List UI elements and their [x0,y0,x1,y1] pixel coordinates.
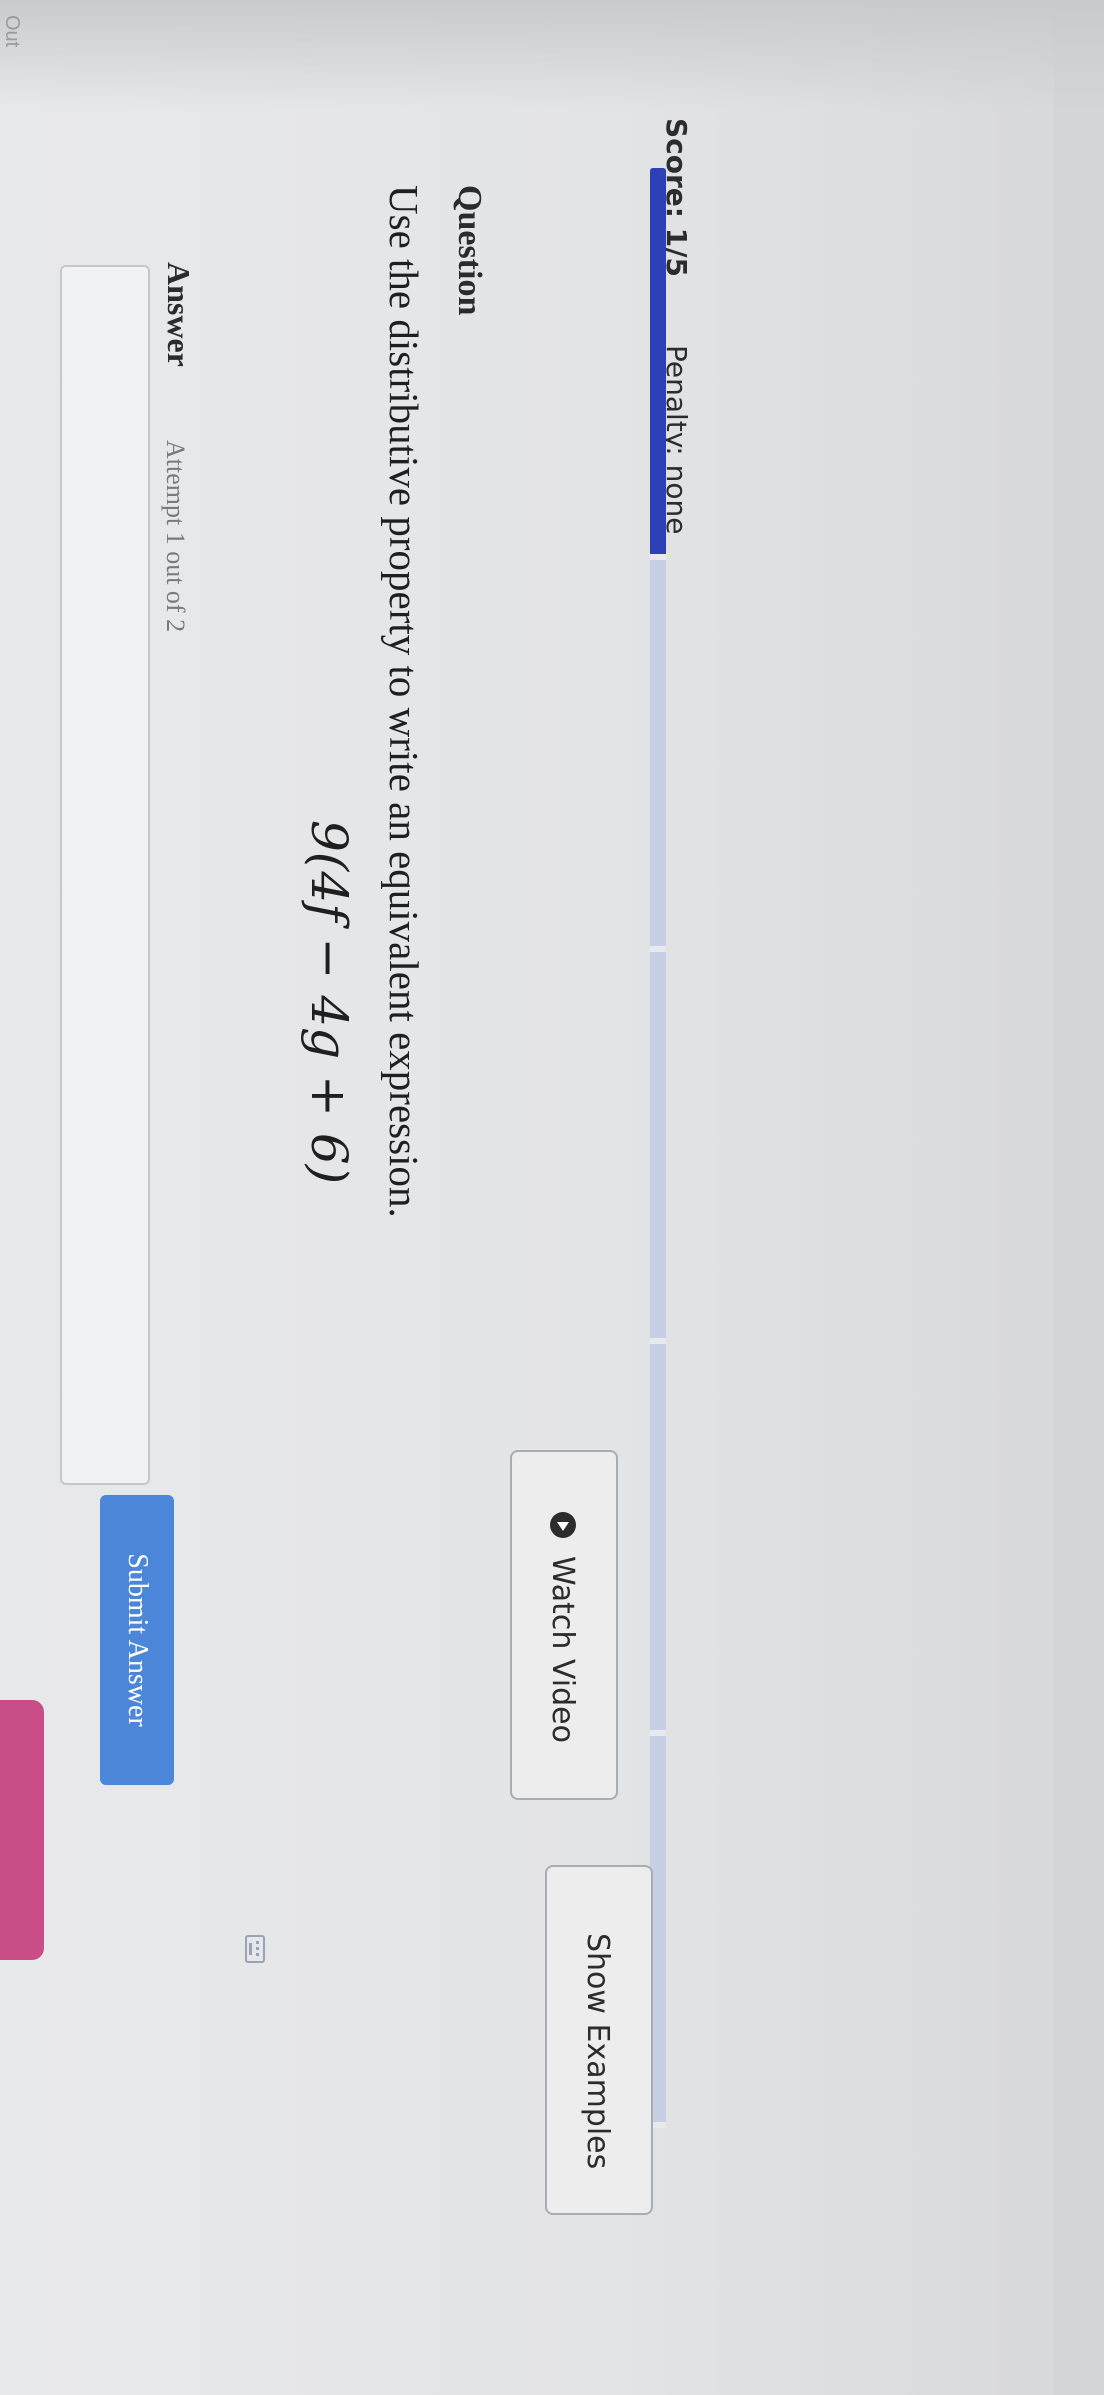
page-shadow [0,0,1104,110]
attempt-counter: Attempt 1 out of 2 [161,440,190,633]
watch-video-label: Watch Video [545,1556,580,1743]
play-circle-icon [550,1512,576,1538]
question-prompt: Use the distributive property to write a… [381,185,427,1218]
progress-fill [650,168,666,554]
answer-input[interactable] [60,265,150,1485]
answer-label: Answer [161,262,197,367]
watch-video-button[interactable]: Watch Video [510,1450,618,1800]
progress-bar [650,168,666,2128]
question-label: Question [451,185,488,316]
screen: Out Score: 1/5 Penalty: none Question Us… [0,0,1104,2395]
progress-segment [650,952,666,1344]
math-expression: 9(4f − 4g + 6) [300,820,358,1185]
browser-edge [1054,0,1104,2395]
partial-label: Out [1,15,23,48]
submit-answer-button[interactable]: Submit Answer [100,1495,174,1785]
keyboard-icon[interactable] [245,1935,265,1963]
show-examples-label: Show Examples [580,1933,615,2170]
progress-segment [650,1344,666,1736]
rotated-page: Out Score: 1/5 Penalty: none Question Us… [0,0,1104,2395]
show-examples-button[interactable]: Show Examples [545,1865,653,2215]
progress-segment [650,560,666,952]
side-tab[interactable] [0,1700,44,1960]
